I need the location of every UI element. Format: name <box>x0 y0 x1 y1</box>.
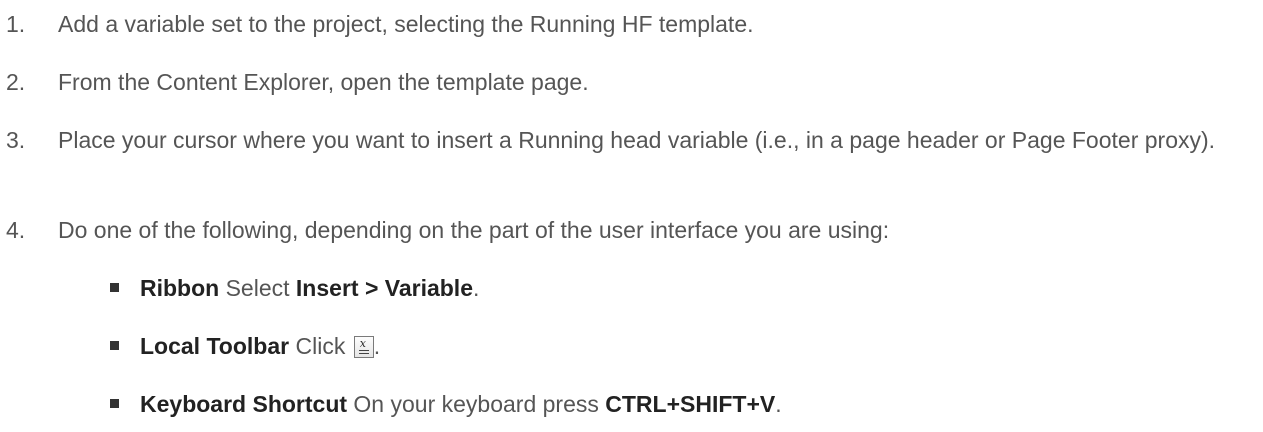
step-number: 4. <box>6 217 26 243</box>
option-keyboard-shortcut: Keyboard Shortcut On your keyboard press… <box>110 388 1250 420</box>
option-instruction: Click <box>289 333 352 359</box>
step-text: Do one of the following, depending on th… <box>58 217 890 243</box>
step-text: From the Content Explorer, open the temp… <box>58 69 589 95</box>
step-4: 4. Do one of the following, depending on… <box>6 214 1256 246</box>
option-instruction: On your keyboard press <box>347 391 606 417</box>
option-label: Keyboard Shortcut <box>140 391 348 417</box>
insert-variable-icon[interactable]: x <box>353 336 374 358</box>
keyboard-shortcut: CTRL+SHIFT+V <box>605 391 776 417</box>
bullet-icon <box>110 341 119 350</box>
step-1: 1. Add a variable set to the project, se… <box>6 8 1256 40</box>
step-number: 2. <box>6 69 26 95</box>
step-text: Add a variable set to the project, selec… <box>58 11 754 37</box>
option-label: Ribbon <box>140 275 220 301</box>
step-2: 2. From the Content Explorer, open the t… <box>6 66 1256 98</box>
option-local-toolbar: Local Toolbar Click x. <box>110 330 1250 362</box>
bullet-icon <box>110 399 119 408</box>
option-punctuation: . <box>473 275 480 301</box>
step-text: Place your cursor where you want to inse… <box>58 127 1216 153</box>
menu-path: Insert > Variable <box>295 275 473 301</box>
step-3: 3. Place your cursor where you want to i… <box>6 124 1256 156</box>
option-punctuation: . <box>373 333 381 359</box>
step-number: 3. <box>6 127 26 153</box>
option-ribbon: Ribbon Select Insert > Variable. <box>110 272 1250 304</box>
bullet-icon <box>110 283 119 292</box>
option-punctuation: . <box>775 391 782 417</box>
option-instruction: Select <box>219 275 296 301</box>
step-number: 1. <box>6 11 26 37</box>
option-label: Local Toolbar <box>140 333 290 359</box>
